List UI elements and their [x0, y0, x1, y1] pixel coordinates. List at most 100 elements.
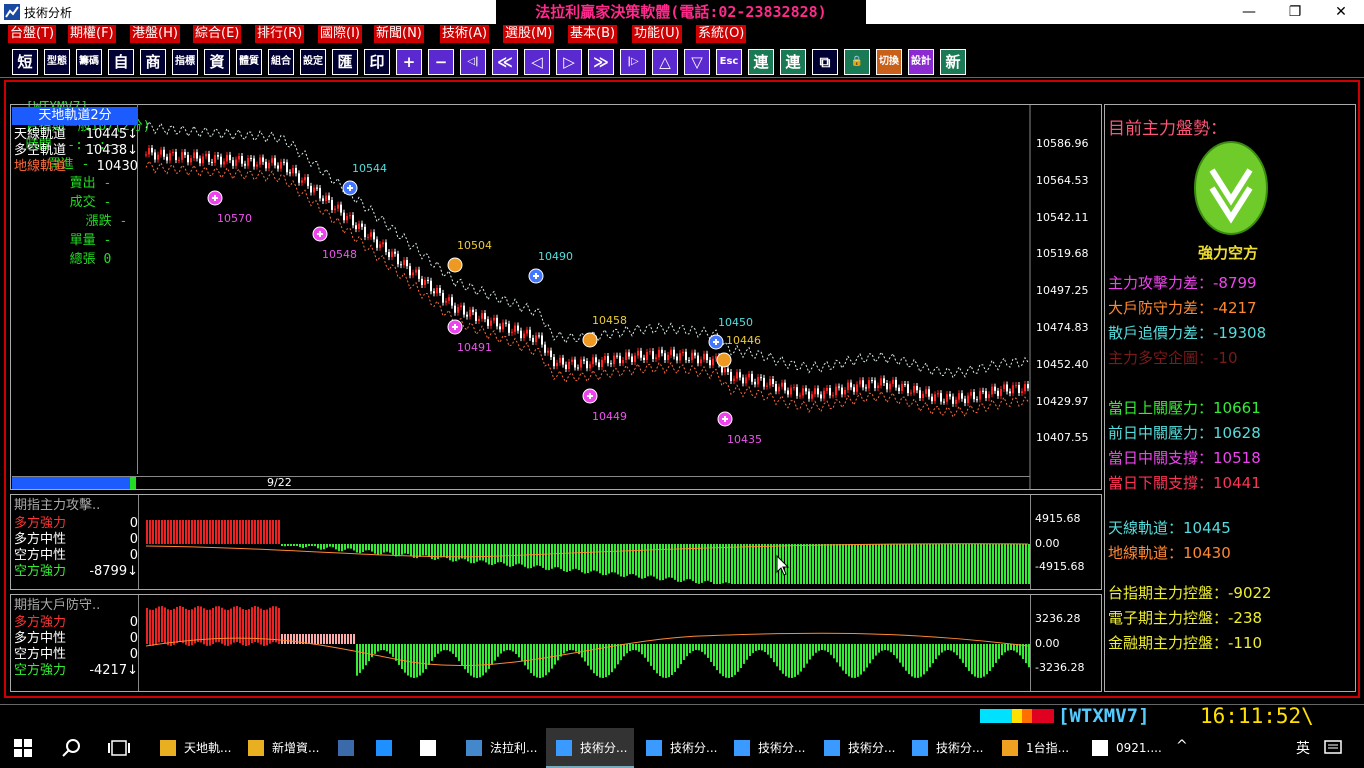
notification-icon[interactable]: [1324, 740, 1342, 756]
task-view-icon[interactable]: [108, 740, 130, 756]
metric-label: 當日上關壓力：: [1108, 399, 1214, 417]
candle-body: [481, 313, 483, 319]
candle-body: [382, 242, 384, 245]
status-symbol: [WTXMV7]: [1058, 705, 1150, 727]
candle-body: [418, 269, 420, 279]
candle-body: [556, 362, 558, 367]
candle-body: [403, 260, 405, 266]
metric-label: 前日中關壓力：: [1108, 424, 1214, 442]
candle-body: [853, 387, 855, 392]
taskbar-app[interactable]: 新增資...: [238, 728, 326, 768]
candle-body: [754, 381, 756, 385]
signal-marker: 10570: [207, 190, 252, 225]
candle-body: [706, 353, 708, 361]
candle-body: [286, 162, 288, 173]
sub-axis-tick: 4915.68: [1035, 512, 1081, 525]
candle-body: [835, 386, 837, 396]
candle-body: [760, 377, 762, 379]
candle-body: [226, 154, 228, 162]
taskbar-app[interactable]: 1台指...: [992, 728, 1080, 768]
candle-body: [712, 358, 714, 366]
candle-body: [559, 357, 561, 363]
windows-start-icon[interactable]: [14, 739, 32, 757]
candle-body: [367, 236, 369, 238]
price-tick: 10452.40: [1036, 357, 1089, 371]
tray-overflow-button[interactable]: ^: [1176, 738, 1188, 754]
candle-body: [379, 244, 381, 248]
candle-body: [898, 387, 900, 391]
taskbar-app[interactable]: 法拉利...: [456, 728, 544, 768]
candle-body: [505, 322, 507, 324]
trend-metric: 大戶防守力差：-4217: [1108, 297, 1257, 318]
candle-body: [883, 378, 885, 383]
candle-body: [361, 223, 363, 227]
candle-body: [871, 380, 873, 382]
metric-label: 當日下關支撐：: [1108, 474, 1214, 492]
candle-body: [733, 378, 735, 381]
taskbar-app[interactable]: 0921....: [1082, 728, 1162, 768]
attack-subpanel[interactable]: [10, 494, 1102, 590]
metric-value: 10661: [1213, 399, 1261, 417]
candle-body: [976, 399, 978, 401]
ime-indicator[interactable]: 英: [1296, 738, 1310, 758]
candle-body: [157, 154, 159, 160]
candle-body: [784, 382, 786, 391]
taskbar-app[interactable]: 技術分...: [814, 728, 902, 768]
candle-body: [346, 215, 348, 221]
sub-legend-value: 0: [129, 647, 138, 662]
candle-body: [964, 398, 966, 404]
metric-value: -110: [1228, 634, 1263, 652]
candle-body: [874, 380, 876, 389]
candle-body: [487, 319, 489, 326]
price-tick: 10542.11: [1036, 210, 1089, 224]
candle-body: [775, 383, 777, 392]
trend-metric: 地線軌道：10430: [1108, 542, 1231, 563]
candle-body: [181, 152, 183, 160]
candle-body: [475, 312, 477, 321]
candle-body: [787, 390, 789, 395]
candle-body: [724, 368, 726, 373]
candle-body: [358, 223, 360, 230]
candle-body: [928, 389, 930, 397]
taskbar-app[interactable]: 技術分...: [546, 728, 634, 768]
taskbar-app[interactable]: 天地軌...: [150, 728, 236, 768]
candle-body: [442, 292, 444, 303]
candle-body: [583, 359, 585, 362]
defense-subpanel[interactable]: [10, 594, 1102, 692]
candle-body: [985, 391, 987, 399]
candle-body: [385, 242, 387, 253]
taskbar-app[interactable]: 技術分...: [636, 728, 724, 768]
metric-label: 主力多空企圖：: [1108, 349, 1214, 367]
candle-body: [901, 383, 903, 391]
scroll-track[interactable]: [12, 477, 130, 489]
candle-body: [289, 172, 291, 174]
date-bar[interactable]: 9/22: [12, 476, 1030, 489]
candle-body: [622, 360, 624, 364]
status-swatch: [996, 709, 1012, 723]
candle-body: [343, 212, 345, 221]
candle-body: [763, 377, 765, 387]
candle-body: [652, 351, 654, 360]
taskbar-app[interactable]: [328, 728, 364, 768]
taskbar-app[interactable]: [366, 728, 410, 768]
candle-body: [988, 394, 990, 399]
candle-body: [229, 154, 231, 161]
taskbar-app[interactable]: [410, 728, 454, 768]
candle-body: [943, 401, 945, 403]
scroll-thumb[interactable]: [130, 477, 136, 489]
candle-body: [655, 357, 657, 360]
search-icon[interactable]: [62, 739, 80, 757]
taskbar-app-icon: [824, 740, 840, 756]
candle-body: [538, 335, 540, 337]
attack-title[interactable]: 期指主力攻擊..: [14, 498, 138, 514]
taskbar-app[interactable]: 技術分...: [902, 728, 990, 768]
candle-body: [247, 158, 249, 166]
metric-value: 10628: [1213, 424, 1261, 442]
candle-body: [298, 173, 300, 183]
candle-body: [823, 390, 825, 399]
candle-body: [925, 389, 927, 394]
defense-title[interactable]: 期指大戶防守..: [14, 598, 138, 614]
candle-body: [910, 392, 912, 394]
date-label: 9/22: [267, 476, 292, 489]
taskbar-app[interactable]: 技術分...: [724, 728, 812, 768]
